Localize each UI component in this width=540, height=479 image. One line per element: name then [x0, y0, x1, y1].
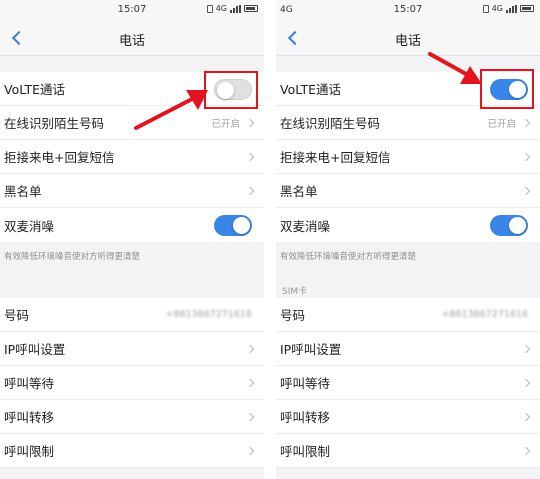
- number-row[interactable]: 号码 +8613667271616: [276, 298, 540, 332]
- online-id-label: 在线识别陌生号码: [280, 116, 381, 131]
- blacklist-label: 黑名单: [280, 184, 318, 199]
- dual-mic-row[interactable]: 双麦消噪: [276, 208, 540, 242]
- call-waiting-label: 呼叫等待: [280, 376, 331, 391]
- reject-reply-label: 拒接来电+回复短信: [4, 150, 115, 165]
- chevron-right-icon: [521, 344, 531, 354]
- network-label: 4G: [215, 4, 227, 13]
- blacklist-label: 黑名单: [4, 184, 42, 199]
- dual-mic-label: 双麦消噪: [4, 218, 55, 234]
- chevron-right-icon: [245, 378, 255, 388]
- chevron-right-icon: [521, 152, 531, 162]
- ip-call-label: IP呼叫设置: [280, 342, 342, 357]
- reject-reply-row[interactable]: 拒接来电+回复短信: [276, 140, 540, 174]
- status-icons: 4G: [206, 4, 258, 13]
- dual-mic-toggle[interactable]: [214, 215, 252, 236]
- call-restrict-row[interactable]: 呼叫限制: [276, 434, 540, 468]
- blacklist-row[interactable]: 黑名单: [276, 174, 540, 208]
- call-waiting-row[interactable]: 呼叫等待: [276, 366, 540, 400]
- arrow-icon: [428, 52, 482, 84]
- chevron-right-icon: [521, 118, 531, 128]
- call-waiting-label: 呼叫等待: [4, 376, 55, 391]
- screenshot-after: 4G 15:07 4G 电话 VoLTE通话 在线识别陌生号码 已开启 拒接来电…: [276, 0, 540, 479]
- status-bar: 15:07 4G: [0, 0, 264, 20]
- sim-settings-group: 号码 +8613667271616 IP呼叫设置 呼叫等待 呼叫转移 呼叫限制: [276, 298, 540, 468]
- chevron-right-icon: [245, 118, 255, 128]
- call-forward-row[interactable]: 呼叫转移: [0, 400, 264, 434]
- network-label: 4G: [491, 4, 503, 13]
- chevron-right-icon: [521, 412, 531, 422]
- chevron-right-icon: [521, 378, 531, 388]
- status-bar: 4G 15:07 4G: [276, 0, 540, 20]
- number-value: +8613667271616: [441, 309, 528, 320]
- sim-settings-group: 号码 +8613667271616 IP呼叫设置 呼叫等待 呼叫转移 呼叫限制: [0, 298, 264, 468]
- chevron-right-icon: [245, 186, 255, 196]
- page-title: 电话: [394, 34, 421, 49]
- reject-reply-row[interactable]: 拒接来电+回复短信: [0, 140, 264, 174]
- status-icons: 4G: [482, 4, 534, 13]
- blacklist-row[interactable]: 黑名单: [0, 174, 264, 208]
- dual-mic-hint: 有效降低环境噪音使对方听得更清楚: [4, 252, 141, 262]
- sim-section-header: SIM卡: [282, 287, 308, 297]
- volte-label: VoLTE通话: [280, 82, 342, 97]
- dual-mic-toggle[interactable]: [490, 215, 528, 236]
- call-restrict-row[interactable]: 呼叫限制: [0, 434, 264, 468]
- chevron-right-icon: [521, 186, 531, 196]
- battery-icon: [520, 5, 534, 12]
- screenshot-before: 15:07 4G 电话 VoLTE通话 在线识别陌生号码 已开启 拒接来电+回复…: [0, 0, 264, 479]
- chevron-right-icon: [245, 344, 255, 354]
- dual-mic-row[interactable]: 双麦消噪: [0, 208, 264, 242]
- ip-call-row[interactable]: IP呼叫设置: [0, 332, 264, 366]
- title-bar: 电话: [276, 20, 540, 56]
- online-id-value: 已开启: [487, 118, 516, 130]
- highlight-box: [480, 69, 534, 109]
- ip-call-row[interactable]: IP呼叫设置: [276, 332, 540, 366]
- number-label: 号码: [4, 308, 30, 323]
- chevron-right-icon: [245, 412, 255, 422]
- chevron-right-icon: [245, 152, 255, 162]
- number-label: 号码: [280, 308, 306, 323]
- signal-icon: [230, 4, 241, 13]
- chevron-right-icon: [521, 446, 531, 456]
- online-id-row[interactable]: 在线识别陌生号码 已开启: [276, 106, 540, 140]
- signal-icon: [506, 4, 517, 13]
- title-bar: 电话: [0, 20, 264, 56]
- call-waiting-row[interactable]: 呼叫等待: [0, 366, 264, 400]
- number-row[interactable]: 号码 +8613667271616: [0, 298, 264, 332]
- arrow-icon: [134, 90, 208, 130]
- call-restrict-label: 呼叫限制: [280, 444, 331, 459]
- vibrate-icon: [482, 4, 489, 13]
- ip-call-label: IP呼叫设置: [4, 342, 66, 357]
- reject-reply-label: 拒接来电+回复短信: [280, 150, 391, 165]
- volte-label: VoLTE通话: [4, 82, 66, 97]
- call-forward-label: 呼叫转移: [280, 410, 331, 425]
- number-value: +8613667271616: [165, 309, 252, 320]
- call-forward-label: 呼叫转移: [4, 410, 55, 425]
- chevron-right-icon: [245, 446, 255, 456]
- page-title: 电话: [118, 34, 145, 49]
- dual-mic-label: 双麦消噪: [280, 218, 331, 234]
- toggle-knob: [509, 217, 526, 234]
- call-restrict-label: 呼叫限制: [4, 444, 55, 459]
- toggle-knob: [233, 217, 250, 234]
- battery-icon: [244, 5, 258, 12]
- online-id-label: 在线识别陌生号码: [4, 116, 105, 131]
- call-forward-row[interactable]: 呼叫转移: [276, 400, 540, 434]
- vibrate-icon: [206, 4, 213, 13]
- dual-mic-hint: 有效降低环境噪音使对方听得更清楚: [280, 252, 417, 262]
